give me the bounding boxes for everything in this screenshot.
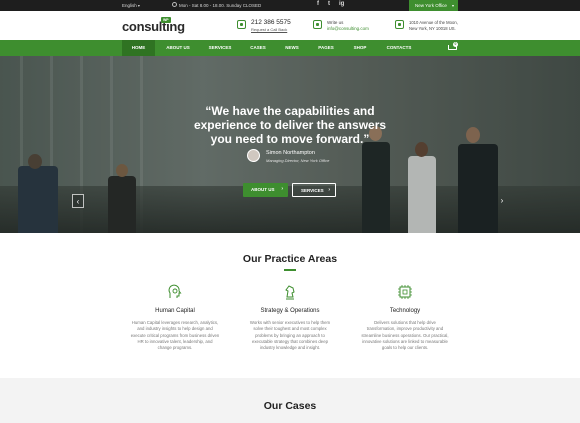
nav-cases[interactable]: CASES [243,40,273,56]
desc-line: execute critical programs from business … [130,332,220,338]
logo-badge: WP [161,17,171,23]
author-name: Simon Northampton [266,150,315,156]
area-title: Technology [389,308,421,314]
arrow-right-icon: › [328,187,330,193]
clock-icon [172,2,177,7]
desc-line: change programs. [157,345,193,351]
twitter-icon[interactable]: t [328,1,330,7]
slider-next-arrow-icon[interactable]: › [496,194,508,208]
desc-line: industry knowledge and insight. [260,345,320,351]
hero-quote-line-2: experience to deliver the answers [193,118,387,132]
about-us-button-label: ABOUT US [251,187,275,192]
nav-contacts[interactable]: CONTACTS [380,40,418,56]
cart-count-badge: 0 [453,42,458,47]
head-gear-icon [168,284,182,298]
address-line-2: New York, NY 10018 US. [409,26,456,31]
chess-knight-icon [285,285,295,300]
write-us-label: Write us [327,20,344,25]
hero-quote: “We have the capabilities and experience… [150,104,430,146]
opening-hours: Mon - Sat 8.00 - 18.00. Sunday CLOSED [179,3,262,8]
desc-line: streamline business operations. Our prac… [361,332,449,338]
language-selector[interactable]: English [122,3,140,8]
nav-services[interactable]: SERVICES [202,40,238,56]
office-selector[interactable]: New York Office [409,0,458,11]
about-us-button[interactable]: ABOUT US › [243,183,288,197]
request-callback-link[interactable]: Request a Call Back [251,27,287,32]
site-header: consulting WP 212 386 5575 Request a Cal… [0,11,580,40]
phone-icon [237,20,246,29]
cases-title: Our Cases [263,400,317,412]
desc-line: goals to help our clients. [381,345,429,351]
top-bar: English Mon - Sat 8.00 - 18.00. Sunday C… [0,0,580,11]
title-underline [284,269,296,271]
area-description: Delivers solutions that help drive trans… [350,320,460,351]
facebook-icon[interactable]: f [317,1,319,7]
hero-quote-line-1: “We have the capabilities and [205,104,375,118]
area-description: Works with senior executives to help the… [235,320,345,351]
instagram-icon[interactable]: ig [339,1,344,7]
phone-number: 212 386 5575 [251,19,291,26]
area-description: Human Capital leverages research, analyt… [120,320,230,351]
practice-areas-title: Our Practice Areas [242,253,338,265]
area-title: Human Capital [155,308,195,314]
author-avatar [247,149,260,162]
email-link[interactable]: info@consulting.com [327,26,369,31]
nav-news[interactable]: NEWS [278,40,306,56]
arrow-right-icon: › [281,186,283,192]
logo[interactable]: consulting [122,19,185,34]
author-role: Managing Director, New York Office [266,158,330,163]
nav-about-us[interactable]: ABOUT US [160,40,196,56]
nav-home[interactable]: HOME [122,40,155,56]
main-nav: HOME ABOUT US SERVICES CASES NEWS PAGES … [0,40,580,56]
services-button[interactable]: SERVICES › [292,183,336,197]
mail-icon [313,20,322,29]
area-title: Strategy & Operations [260,308,320,314]
address: 1010 Avenue of the Moon, New York, NY 10… [409,20,458,32]
nav-pages[interactable]: PAGES [312,40,340,56]
hero-slider: “We have the capabilities and experience… [0,56,580,233]
location-icon [395,20,404,29]
hero-quote-line-3: you need to move forward.” [210,132,370,146]
chip-icon [398,285,412,299]
nav-shop[interactable]: SHOP [346,40,374,56]
slider-prev-arrow-icon[interactable]: ‹ [72,194,84,208]
office-selector-label: New York Office [415,3,447,8]
services-button-label: SERVICES [301,188,324,193]
